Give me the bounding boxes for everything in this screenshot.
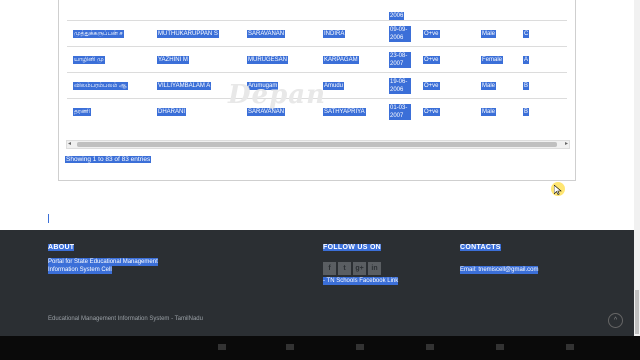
father-cell: SARAVANAN	[247, 29, 286, 38]
facebook-icon[interactable]: f	[323, 262, 336, 275]
mouse-cursor-highlight	[551, 182, 565, 196]
taskbar	[0, 336, 640, 360]
dob-cell: 09-09-2006	[389, 25, 411, 42]
taskbar-app-icon[interactable]	[496, 344, 504, 350]
taskbar-app-icon[interactable]	[218, 344, 226, 350]
name-cell: MUTHUKARUPPAN S	[157, 29, 219, 38]
blood-cell: O+ve	[423, 81, 440, 90]
linkedin-icon[interactable]: in	[368, 262, 381, 275]
section-cell: C	[523, 29, 530, 38]
text-caret	[48, 214, 49, 223]
taskbar-app-icon[interactable]	[286, 344, 294, 350]
about-heading: ABOUT	[48, 244, 75, 251]
dob-cell: 23-08-2007	[389, 51, 411, 68]
facebook-link[interactable]: - TN Schools Facebook Link	[323, 277, 399, 285]
table-row[interactable]: முத்துக்கருப்பன் ச MUTHUKARUPPAN S SARAV…	[67, 20, 567, 47]
section-cell: B	[523, 81, 530, 90]
mother-cell: Amudu	[323, 81, 345, 90]
gender-cell: Male	[481, 107, 497, 116]
watermark-logo: Depan	[228, 80, 327, 110]
name-cell: YAZHINI M	[157, 55, 189, 64]
taskbar-app-icon[interactable]	[566, 344, 574, 350]
contact-email[interactable]: Email: tnemiscell@gmail.com	[460, 266, 539, 274]
dob-cell: 2006	[389, 12, 405, 20]
contacts-heading: CONTACTS	[460, 244, 501, 251]
gender-cell: Male	[481, 29, 497, 38]
section-cell: A	[523, 55, 530, 64]
twitter-icon[interactable]: t	[338, 262, 351, 275]
taskbar-app-icon[interactable]	[426, 344, 434, 350]
dob-cell: 01-03-2007	[389, 103, 411, 120]
back-to-top-button[interactable]: ^	[608, 313, 623, 328]
blood-cell: O+ve	[423, 55, 440, 64]
table-row[interactable]: யாழினி மு YAZHINI M MURUGESAN KARPAGAM 2…	[67, 46, 567, 73]
name-cell: DHARANI	[157, 107, 187, 116]
dob-cell: 19-06-2006	[389, 77, 411, 94]
taskbar-app-icon[interactable]	[356, 344, 364, 350]
vertical-scrollbar[interactable]	[634, 0, 640, 336]
mother-cell: KARPAGAM	[323, 55, 359, 64]
copyright-text: Educational Management Information Syste…	[48, 316, 203, 322]
horizontal-scrollbar[interactable]: ◂ ▸	[66, 140, 570, 149]
blood-cell: O+ve	[423, 29, 440, 38]
social-icons: f t g+ in	[323, 262, 381, 275]
blood-cell: O+ve	[423, 107, 440, 116]
table-scroll-area[interactable]: 2006 முத்துக்கருப்பன் ச MUTHUKARUPPAN S …	[67, 0, 567, 138]
scrollbar-thumb[interactable]	[77, 142, 557, 147]
father-cell: MURUGESAN	[247, 55, 289, 64]
follow-heading: FOLLOW US ON	[323, 244, 382, 251]
scroll-right-icon[interactable]: ▸	[565, 141, 568, 148]
table-row: 2006	[67, 0, 567, 21]
mother-cell: SATHYAPRIYA	[323, 107, 366, 116]
section-cell: B	[523, 107, 530, 116]
pointer-icon	[554, 185, 562, 195]
entries-info: Showing 1 to 83 of 83 entries	[65, 156, 152, 163]
name-tamil-cell: முத்துக்கருப்பன் ச	[73, 29, 124, 38]
gender-cell: Female	[481, 55, 504, 64]
about-text-line-1: Portal for State Educational Management	[48, 258, 158, 266]
name-tamil-cell: யாழினி மு	[73, 55, 105, 64]
vertical-scrollbar-thumb[interactable]	[635, 290, 639, 334]
name-tamil-cell: தரணி	[73, 107, 91, 116]
google-plus-icon[interactable]: g+	[353, 262, 366, 275]
scroll-left-icon[interactable]: ◂	[68, 141, 71, 148]
mother-cell: INDIRA	[323, 29, 346, 38]
about-text-line-2: Information System Cell	[48, 266, 112, 274]
name-cell: VILLIYAMBALAM A	[157, 81, 212, 90]
name-tamil-cell: விலம்பரம்பலம் ஆ	[73, 81, 128, 90]
gender-cell: Male	[481, 81, 497, 90]
